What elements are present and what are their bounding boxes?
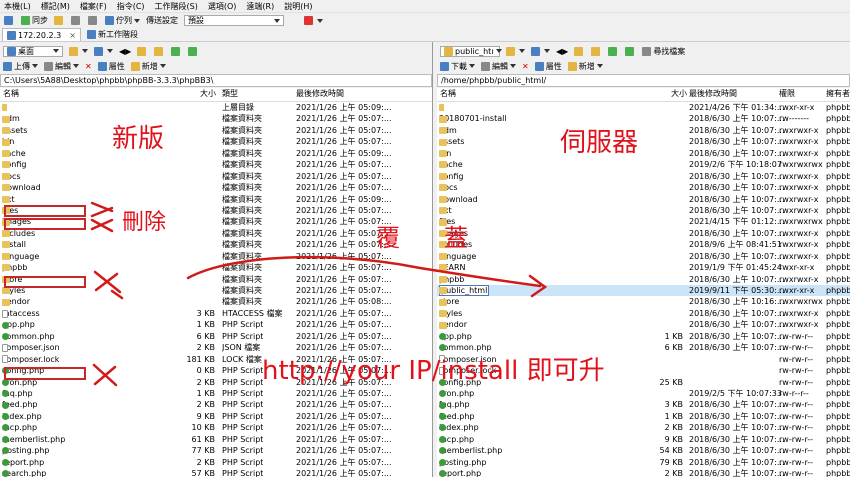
server-label: 伺服器 — [560, 128, 639, 158]
cross-mark-files — [90, 201, 114, 218]
new-version-label: 新版 — [112, 124, 165, 154]
arrow-stroke — [186, 255, 542, 288]
cross-mark-config — [92, 363, 118, 387]
cross-mark-images — [90, 218, 114, 233]
annotation-strokes — [90, 201, 548, 387]
overwrite-label-1: 覆 — [376, 224, 400, 252]
install-url-note: http://your IP/install 即可升 — [262, 356, 605, 386]
delete-label: 刪除 — [122, 210, 167, 235]
overwrite-label-2: 蓋 — [444, 224, 468, 252]
cross-mark-store — [93, 270, 124, 300]
